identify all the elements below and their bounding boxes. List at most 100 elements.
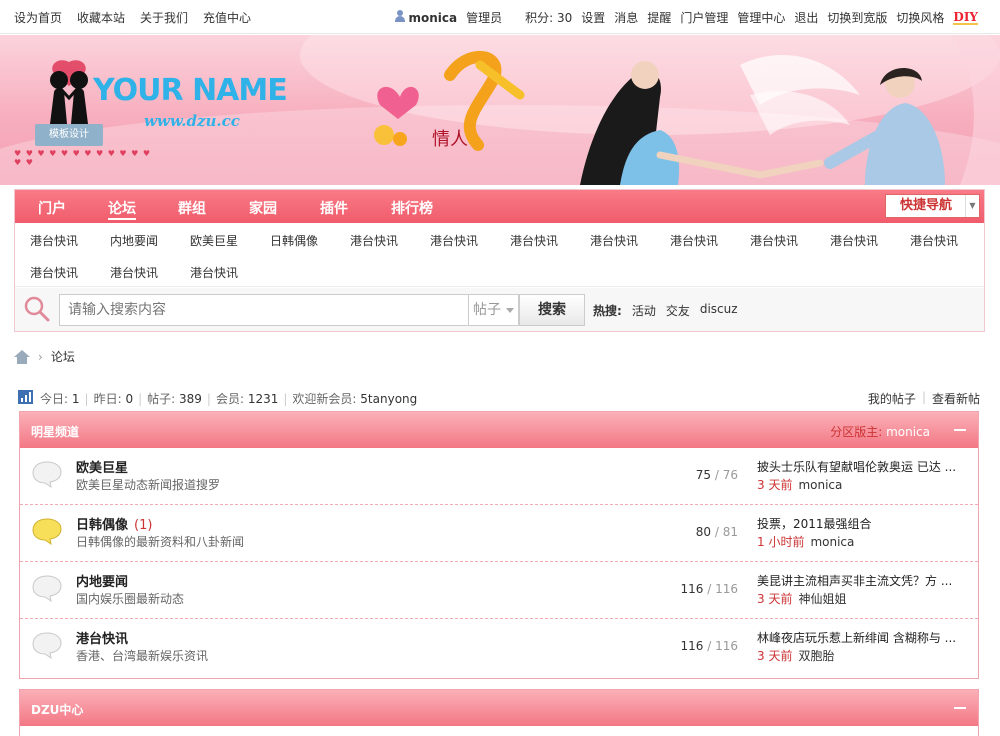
forum-post-count: 116 / 116 [680, 639, 739, 653]
messages-link[interactable]: 消息 [614, 9, 638, 26]
sub-nav: 港台快讯 内地要闻 欧美巨星 日韩偶像 港台快讯 港台快讯 港台快讯 港台快讯 … [15, 223, 984, 287]
search-icon [24, 296, 50, 322]
moderator-link[interactable]: monica [886, 425, 930, 439]
forum-post-count: 75 / 76 [695, 468, 738, 482]
diy-button[interactable]: DIY [953, 11, 978, 25]
caret-down-icon: ▼ [965, 195, 979, 217]
last-post-title[interactable]: 投票，2011最强组合 [757, 515, 967, 532]
new-posts-link[interactable]: 查看新帖 [932, 390, 980, 407]
last-post-title[interactable]: 披头士乐队有望献唱伦敦奥运 已达 ... [757, 458, 967, 475]
main-nav: 门户 论坛 群组 家园 插件 排行榜 快捷导航 ▼ [15, 190, 984, 223]
nav-plugins[interactable]: 插件 [320, 198, 348, 218]
search-type-value: 帖子 [473, 302, 501, 318]
last-post-title[interactable]: 林峰夜店玩乐惹上新绯闻 含糊称与 ... [757, 629, 967, 646]
portal-admin-link[interactable]: 门户管理 [680, 9, 728, 26]
subnav-item[interactable]: 港台快讯 [190, 264, 238, 281]
switch-style-link[interactable]: 切换风格 [896, 9, 944, 26]
last-post-user[interactable]: monica [798, 478, 842, 492]
subnav-item[interactable]: 日韩偶像 [270, 232, 318, 249]
nav-portal[interactable]: 门户 [38, 198, 66, 218]
forum-section: DZU中心 [19, 689, 979, 736]
nav-home[interactable]: 家园 [249, 198, 277, 218]
forum-posts: 116 [715, 639, 738, 653]
subnav-item[interactable]: 港台快讯 [590, 232, 638, 249]
breadcrumb-current[interactable]: 论坛 [51, 348, 75, 365]
search-type-select[interactable]: 帖子 [469, 294, 519, 326]
admin-link[interactable]: 管理员 [466, 9, 502, 26]
subnav-item[interactable]: 港台快讯 [750, 232, 798, 249]
search-bar: 帖子 搜索 热搜: 活动 交友 discuz [15, 288, 984, 331]
stats-summary: 今日: 1 | 昨日: 0 | 帖子: 389 | 会员: 1231 | 欢迎新会员: 5tan… [40, 392, 418, 406]
last-post-meta: 3 天前 神仙姐姐 [757, 590, 846, 607]
subnav-item[interactable]: 港台快讯 [30, 232, 78, 249]
last-post-user[interactable]: 神仙姐姐 [798, 592, 846, 606]
top-links-left: 设为首页 收藏本站 关于我们 充值中心 [14, 9, 251, 26]
forum-name[interactable]: 内地要闻 [76, 571, 134, 590]
forum-post-count: 116 / 116 [680, 582, 739, 596]
my-posts-link[interactable]: 我的帖子 [868, 390, 916, 407]
subnav-item[interactable]: 港台快讯 [350, 232, 398, 249]
breadcrumb: › 论坛 [14, 348, 75, 365]
subnav-item[interactable]: 港台快讯 [110, 264, 158, 281]
forum-name[interactable]: 日韩偶像 (1) [76, 514, 152, 533]
forum-topics: 80 [695, 525, 712, 539]
logo-text[interactable]: YOUR NAME [93, 73, 288, 108]
last-post-meta: 3 天前 monica [757, 476, 842, 493]
subnav-item[interactable]: 港台快讯 [910, 232, 958, 249]
last-post-user[interactable]: monica [810, 535, 854, 549]
subnav-item[interactable]: 内地要闻 [110, 232, 158, 249]
forum-name[interactable]: 港台快讯 [76, 628, 134, 647]
settings-link[interactable]: 设置 [581, 9, 605, 26]
credits-link[interactable]: 积分: 30 [525, 9, 572, 26]
collapse-icon[interactable] [954, 429, 966, 431]
set-homepage-link[interactable]: 设为首页 [14, 9, 62, 26]
search-input[interactable] [59, 294, 469, 326]
new-member-link[interactable]: 5tanyong [360, 392, 417, 406]
stats-members: 1231 [247, 392, 279, 406]
nav-groups[interactable]: 群组 [178, 198, 206, 218]
about-link[interactable]: 关于我们 [140, 9, 188, 26]
last-post-time[interactable]: 3 天前 [757, 592, 792, 606]
collapse-icon[interactable] [954, 707, 966, 709]
user-menu[interactable]: monica [394, 10, 458, 25]
subnav-item[interactable]: 港台快讯 [510, 232, 558, 249]
nav-forum[interactable]: 论坛 [108, 198, 136, 220]
search-button[interactable]: 搜索 [519, 294, 585, 326]
forum-status-icon [32, 461, 62, 488]
recharge-link[interactable]: 充值中心 [203, 9, 251, 26]
stats-today: 1 [71, 392, 80, 406]
wide-layout-link[interactable]: 切换到宽版 [827, 9, 887, 26]
subnav-item[interactable]: 港台快讯 [830, 232, 878, 249]
user-icon [394, 10, 405, 22]
forum-status-icon [32, 575, 62, 602]
nav-ranking[interactable]: 排行榜 [391, 198, 433, 218]
admin-center-link[interactable]: 管理中心 [737, 9, 785, 26]
forum-description: 国内娱乐圈最新动态 [76, 592, 185, 606]
last-post-meta: 3 天前 双胞胎 [757, 647, 834, 664]
logout-link[interactable]: 退出 [794, 9, 818, 26]
forum-name[interactable]: 欧美巨星 [76, 457, 134, 476]
subnav-item[interactable]: 欧美巨星 [190, 232, 238, 249]
section-title[interactable]: 明星频道 [31, 423, 79, 440]
section-title[interactable]: DZU中心 [31, 701, 83, 718]
notifications-link[interactable]: 提醒 [647, 9, 671, 26]
last-post-user[interactable]: 双胞胎 [798, 649, 834, 663]
home-icon[interactable] [14, 349, 30, 364]
hot-search-word[interactable]: 交友 [666, 302, 690, 319]
quick-nav-button[interactable]: 快捷导航 ▼ [885, 194, 980, 218]
last-post-meta: 1 小时前 monica [757, 533, 854, 550]
subnav-item[interactable]: 港台快讯 [30, 264, 78, 281]
last-post-title[interactable]: 美昆讲主流相声买非主流文凭？方 ... [757, 572, 967, 589]
last-post-time[interactable]: 3 天前 [757, 649, 792, 663]
subnav-item[interactable]: 港台快讯 [670, 232, 718, 249]
forum-posts: 76 [722, 468, 738, 482]
bookmark-link[interactable]: 收藏本站 [77, 9, 125, 26]
hot-search-word[interactable]: 活动 [632, 302, 656, 319]
forum-name-text: 内地要闻 [76, 575, 129, 590]
username[interactable]: monica [409, 11, 458, 25]
forum-row: 欧美巨星 欧美巨星动态新闻报道搜罗 75 / 76 披头士乐队有望献唱伦敦奥运 … [20, 448, 978, 505]
hot-search-word[interactable]: discuz [700, 302, 738, 319]
last-post-time[interactable]: 1 小时前 [757, 535, 804, 549]
subnav-item[interactable]: 港台快讯 [430, 232, 478, 249]
last-post-time[interactable]: 3 天前 [757, 478, 792, 492]
